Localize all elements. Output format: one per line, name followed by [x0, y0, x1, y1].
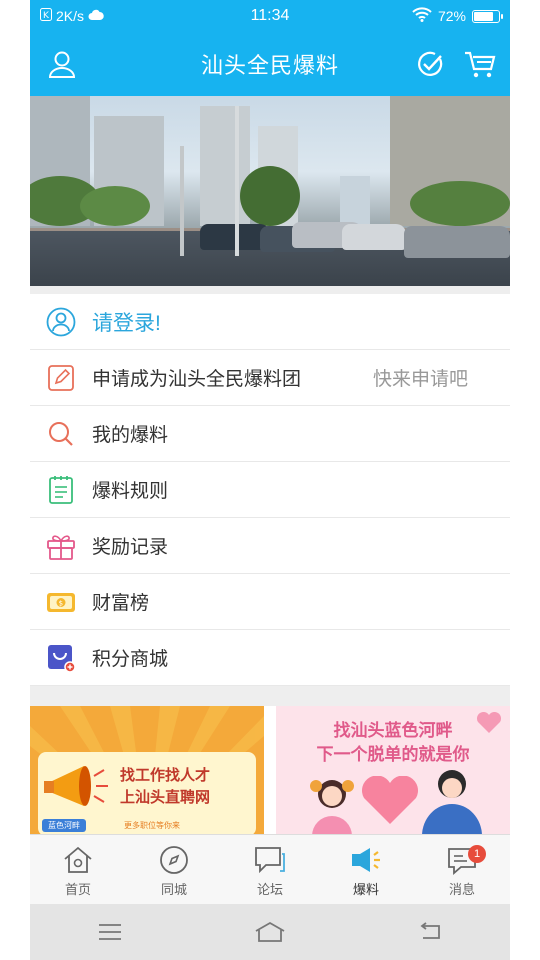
- back-icon[interactable]: [410, 917, 450, 947]
- shopping-bag-icon: [46, 643, 76, 673]
- apply-label: 申请成为汕头全民爆料团: [92, 369, 302, 390]
- app-header: 汕头全民爆料: [30, 32, 510, 96]
- document-icon: [46, 475, 76, 505]
- edit-icon: [46, 363, 76, 393]
- nav-local-label: 同城: [160, 882, 187, 897]
- shopping-cart-icon[interactable]: [464, 48, 496, 80]
- nav-home-label: 首页: [64, 882, 91, 897]
- menu-icon[interactable]: [90, 917, 130, 947]
- chat-bubble-icon: [253, 843, 287, 877]
- my-reports-label: 我的爆料: [92, 425, 169, 446]
- tree: [410, 181, 510, 226]
- girl-illustration: [302, 772, 362, 836]
- svg-text:$: $: [59, 599, 63, 607]
- nav-messages-label: 消息: [448, 882, 475, 897]
- nav-messages[interactable]: 消息 1: [414, 835, 510, 904]
- login-item[interactable]: 请登录!: [30, 294, 510, 350]
- my-reports-item[interactable]: 我的爆料: [30, 406, 510, 462]
- money-icon: $: [46, 587, 76, 617]
- rules-item[interactable]: 爆料规则: [30, 462, 510, 518]
- job-ad-headline-2: 上汕头直聘网: [120, 789, 211, 806]
- job-ad-headline-1: 找工作找人才: [120, 767, 211, 784]
- points-mall-item[interactable]: 积分商城: [30, 630, 510, 686]
- car: [404, 226, 510, 258]
- points-mall-label: 积分商城: [92, 649, 169, 670]
- search-icon: [46, 419, 76, 449]
- car: [342, 224, 406, 250]
- bottom-nav: 首页 同城 论坛 爆料 消息 1: [30, 834, 510, 904]
- job-ad-tag: 蓝色河畔: [42, 819, 86, 832]
- compass-icon: [157, 843, 191, 877]
- battery-fill: [474, 11, 493, 21]
- tree: [80, 186, 150, 226]
- wealth-label: 财富榜: [92, 593, 150, 614]
- apply-item[interactable]: 申请成为汕头全民爆料团 快来申请吧: [30, 350, 510, 406]
- job-ad-subtext: 更多职位等你来: [124, 821, 180, 830]
- status-right: 72%: [412, 7, 503, 25]
- divider: [30, 686, 510, 706]
- status-bar: K 2K/s 11:34 72%: [30, 0, 510, 32]
- network-speed: 2K/s: [56, 8, 85, 24]
- apply-hint: 快来申请吧: [372, 369, 468, 390]
- battery-icon: [472, 9, 503, 23]
- app-frame: K 2K/s 11:34 72% 汕头全民爆料 请登录! 申请成为汕头全民爆料团…: [30, 0, 510, 960]
- nav-home[interactable]: 首页: [30, 835, 126, 904]
- boy-illustration: [416, 762, 492, 836]
- speed-icon: K: [40, 8, 52, 24]
- nav-report-label: 爆料: [352, 882, 379, 897]
- battery-percent: 72%: [437, 8, 466, 24]
- nav-forum[interactable]: 论坛: [222, 835, 318, 904]
- home-icon: [61, 843, 95, 877]
- megaphone-icon: [44, 762, 112, 821]
- nav-forum-label: 论坛: [256, 882, 283, 897]
- system-nav-bar: [30, 904, 510, 960]
- status-left: K 2K/s: [40, 8, 104, 24]
- checkmark-circle-icon[interactable]: [414, 48, 446, 80]
- rules-label: 爆料规则: [92, 481, 169, 502]
- job-ad-banner[interactable]: 找工作找人才 上汕头直聘网 蓝色河畔 更多职位等你来: [30, 706, 264, 836]
- nav-local[interactable]: 同城: [126, 835, 222, 904]
- building: [340, 176, 370, 226]
- traffic-pole: [180, 146, 184, 256]
- nav-report[interactable]: 爆料: [318, 835, 414, 904]
- rewards-item[interactable]: 奖励记录: [30, 518, 510, 574]
- wifi-icon: [412, 7, 432, 25]
- svg-text:K: K: [43, 11, 50, 21]
- wealth-item[interactable]: $ 财富榜: [30, 574, 510, 630]
- street-lamp: [235, 106, 239, 256]
- gift-icon: [46, 531, 76, 561]
- heart-icon: [476, 711, 502, 739]
- rewards-label: 奖励记录: [92, 537, 169, 558]
- login-label: 请登录!: [92, 311, 161, 335]
- cloud-icon: [88, 8, 104, 24]
- dating-ad-headline-1: 找汕头蓝色河畔: [333, 721, 453, 740]
- speaker-icon: [349, 843, 383, 877]
- user-circle-icon: [46, 307, 76, 337]
- banner-image[interactable]: [30, 96, 510, 286]
- big-heart-icon: [360, 775, 420, 831]
- dating-ad-banner[interactable]: 找汕头蓝色河畔 下一个脱单的就是你: [276, 706, 510, 836]
- home-button-icon[interactable]: [250, 917, 290, 947]
- ad-section: 找工作找人才 上汕头直聘网 蓝色河畔 更多职位等你来 找汕头蓝色河畔 下一个脱单…: [30, 706, 510, 836]
- message-badge: 1: [468, 845, 486, 863]
- tree: [240, 166, 300, 226]
- divider: [30, 286, 510, 294]
